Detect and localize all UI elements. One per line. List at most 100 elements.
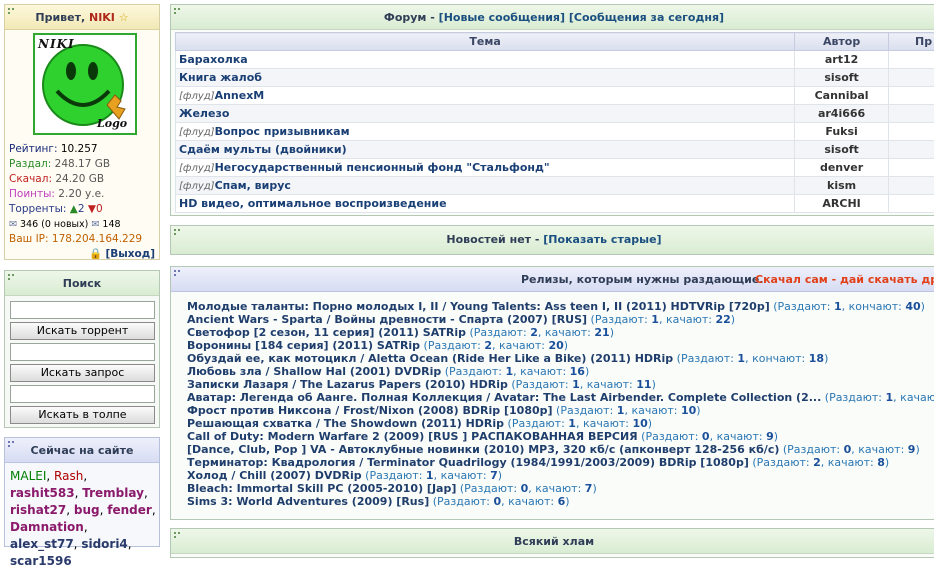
release-title-link[interactable]: Терминатор: Квадрология / Terminator Qua… <box>187 456 749 469</box>
username[interactable]: NIKI <box>89 11 115 24</box>
inbox-icon[interactable]: ✉ <box>9 219 17 230</box>
release-item: Записки Лазаря / The Lazarus Papers (201… <box>187 378 934 391</box>
ip-row: Ваш IP: 178.204.164.229 <box>9 232 159 247</box>
torrents-up[interactable]: 2 <box>78 203 85 215</box>
topic-link[interactable]: HD видео, оптимальное воспроизведение <box>179 197 447 210</box>
seeders-label: Раздают: <box>681 352 734 365</box>
leechers-count: 40 <box>905 300 920 313</box>
leechers-count: 11 <box>636 378 651 391</box>
topic-link[interactable]: Железо <box>179 107 229 120</box>
search-request-button[interactable]: Искать запрос <box>10 364 155 382</box>
release-title-link[interactable]: Холод / Chill (2007) DVDRip <box>187 469 362 482</box>
online-users-list: MALEI, Rash, rashit583, Tremblay, rishat… <box>10 468 156 570</box>
release-item: Bleach: Immortal Skill PC (2005-2010) [J… <box>187 482 934 495</box>
leechers-count: 7 <box>585 482 593 495</box>
release-title-link[interactable]: Аватар: Легенда об Аанге. Полная Коллекц… <box>187 391 821 404</box>
author-cell[interactable]: kism <box>795 177 889 195</box>
release-title-link[interactable]: Молодые таланты: Порно молодых I, II / Y… <box>187 300 770 313</box>
release-title-link[interactable]: Ancient Wars - Sparta / Войны древности … <box>187 313 587 326</box>
seeders-label: Раздают: <box>560 404 613 417</box>
inbox-count[interactable]: 346 (0 новых) <box>20 219 88 230</box>
topic-cell: [флуд]AnnexM <box>176 87 795 105</box>
leechers-count: 9 <box>766 430 774 443</box>
seeders-label: Раздают: <box>464 482 517 495</box>
topic-link[interactable]: Книга жалоб <box>179 71 262 84</box>
col-topic: Тема <box>176 33 795 51</box>
table-row: [флуд]Негосударственный пенсионный фонд … <box>176 159 934 177</box>
search-crowd-button[interactable]: Искать в толпе <box>10 406 155 424</box>
user-stats: Рейтинг: 10.257 Раздал: 248.17 GB Скачал… <box>9 142 159 262</box>
leechers-label: качают: <box>545 326 591 339</box>
topic-cell: Книга жалоб <box>176 69 795 87</box>
online-user[interactable]: fender <box>107 503 152 517</box>
search-torrent-button[interactable]: Искать торрент <box>10 322 155 340</box>
online-user[interactable]: alex_st77 <box>10 537 74 551</box>
author-cell[interactable]: denver <box>795 159 889 177</box>
table-row: Железо ar4i666 <box>176 105 934 123</box>
author-cell[interactable]: Cannibal <box>795 87 889 105</box>
release-title-link[interactable]: Светофор [2 сезон, 11 серия] (2011) SATR… <box>187 326 466 339</box>
online-user[interactable]: Rash <box>54 469 83 483</box>
online-user[interactable]: bug <box>74 503 100 517</box>
author-cell[interactable]: ar4i666 <box>795 105 889 123</box>
release-title-link[interactable]: [Dance, Club, Pop ] VA - Автоклубные нов… <box>187 443 779 456</box>
online-panel-header: Сейчас на сайте <box>5 438 159 463</box>
release-title-link[interactable]: Любовь зла / Shallow Hal (2001) DVDRip <box>187 365 441 378</box>
author-cell[interactable]: Fuksi <box>795 123 889 141</box>
release-title-link[interactable]: Bleach: Immortal Skill PC (2005-2010) [J… <box>187 482 456 495</box>
forum-title: Форум - <box>384 11 435 24</box>
online-user[interactable]: Tremblay <box>82 486 144 500</box>
online-user[interactable]: sidori4 <box>81 537 127 551</box>
online-panel: Сейчас на сайте MALEI, Rash, rashit583, … <box>4 437 160 547</box>
torrent-search-input[interactable] <box>10 301 155 319</box>
forum-table-header: Тема Автор Пр <box>176 33 934 51</box>
online-user[interactable]: rishat27 <box>10 503 66 517</box>
topic-link[interactable]: Барахолка <box>179 53 248 66</box>
release-item: Call of Duty: Modern Warfare 2 (2009) [R… <box>187 430 934 443</box>
leechers-count: 22 <box>715 313 730 326</box>
online-user[interactable]: rashit583 <box>10 486 75 500</box>
downloaded-value: 24.20 GB <box>55 173 104 185</box>
topic-link[interactable]: Сдаём мульты (двойники) <box>179 143 347 156</box>
topic-link[interactable]: Негосударственный пенсионный фонд "Сталь… <box>215 161 550 174</box>
leechers-count: 10 <box>632 417 647 430</box>
outbox-count[interactable]: 148 <box>102 219 120 230</box>
author-cell[interactable]: art12 <box>795 51 889 69</box>
online-user[interactable]: scar1596 <box>10 554 72 568</box>
release-title-link[interactable]: Воронины [184 серия] (2011) SATRip <box>187 339 420 352</box>
author-cell[interactable]: ARCHI <box>795 195 889 213</box>
release-title-link[interactable]: Записки Лазаря / The Lazarus Papers (201… <box>187 378 508 391</box>
topic-link[interactable]: AnnexM <box>215 89 265 102</box>
online-user[interactable]: MALEI <box>10 469 46 483</box>
author-cell[interactable]: sisoft <box>795 69 889 87</box>
show-old-news-link[interactable]: [Показать старые] <box>543 233 661 246</box>
crowd-search-input[interactable] <box>10 385 155 403</box>
torrents-row: Торренты: ▲2 ▼0 <box>9 202 159 217</box>
online-user[interactable]: Damnation <box>10 520 84 534</box>
news-title: Новостей нет - <box>446 233 539 246</box>
outbox-icon[interactable]: ✉ <box>91 219 99 230</box>
logout-link[interactable]: [Выход] <box>105 248 155 260</box>
releases-panel-header: Релизы, которым нужны раздающие. Скачал … <box>171 267 934 292</box>
topic-link[interactable]: Спам, вирус <box>215 179 291 192</box>
today-messages-link[interactable]: [Сообщения за сегодня] <box>569 11 724 24</box>
leechers-count: 8 <box>877 456 885 469</box>
topic-link[interactable]: Вопрос призывникам <box>215 125 350 138</box>
topic-cell: Барахолка <box>176 51 795 69</box>
lock-icon: 🔒 <box>89 248 102 260</box>
torrents-down[interactable]: 0 <box>96 203 103 215</box>
release-title-link[interactable]: Фрост против Никсона / Frost/Nixon (2008… <box>187 404 553 417</box>
release-title-link[interactable]: Call of Duty: Modern Warfare 2 (2009) [R… <box>187 430 638 443</box>
release-title-link[interactable]: Sims 3: World Adventures (2009) [Rus] <box>187 495 429 508</box>
avatar-logo-text-top: NIKI <box>38 37 75 51</box>
messages-row: ✉ 346 (0 новых) ✉ 148 <box>9 217 159 232</box>
leechers-count: 9 <box>908 443 916 456</box>
new-messages-link[interactable]: [Новые сообщения] <box>439 11 565 24</box>
release-title-link[interactable]: Решающая схватка / The Showdown (2011) H… <box>187 417 504 430</box>
corner-dots-icon <box>174 532 180 538</box>
request-search-input[interactable] <box>10 343 155 361</box>
topic-prefix: [флуд] <box>179 163 215 174</box>
release-title-link[interactable]: Обуздай ее, как мотоцикл / Aletta Ocean … <box>187 352 673 365</box>
author-cell[interactable]: sisoft <box>795 141 889 159</box>
user-panel: Привет, NIKI ☆ NIKI Logo Рейтинг: 10.257… <box>4 4 160 260</box>
